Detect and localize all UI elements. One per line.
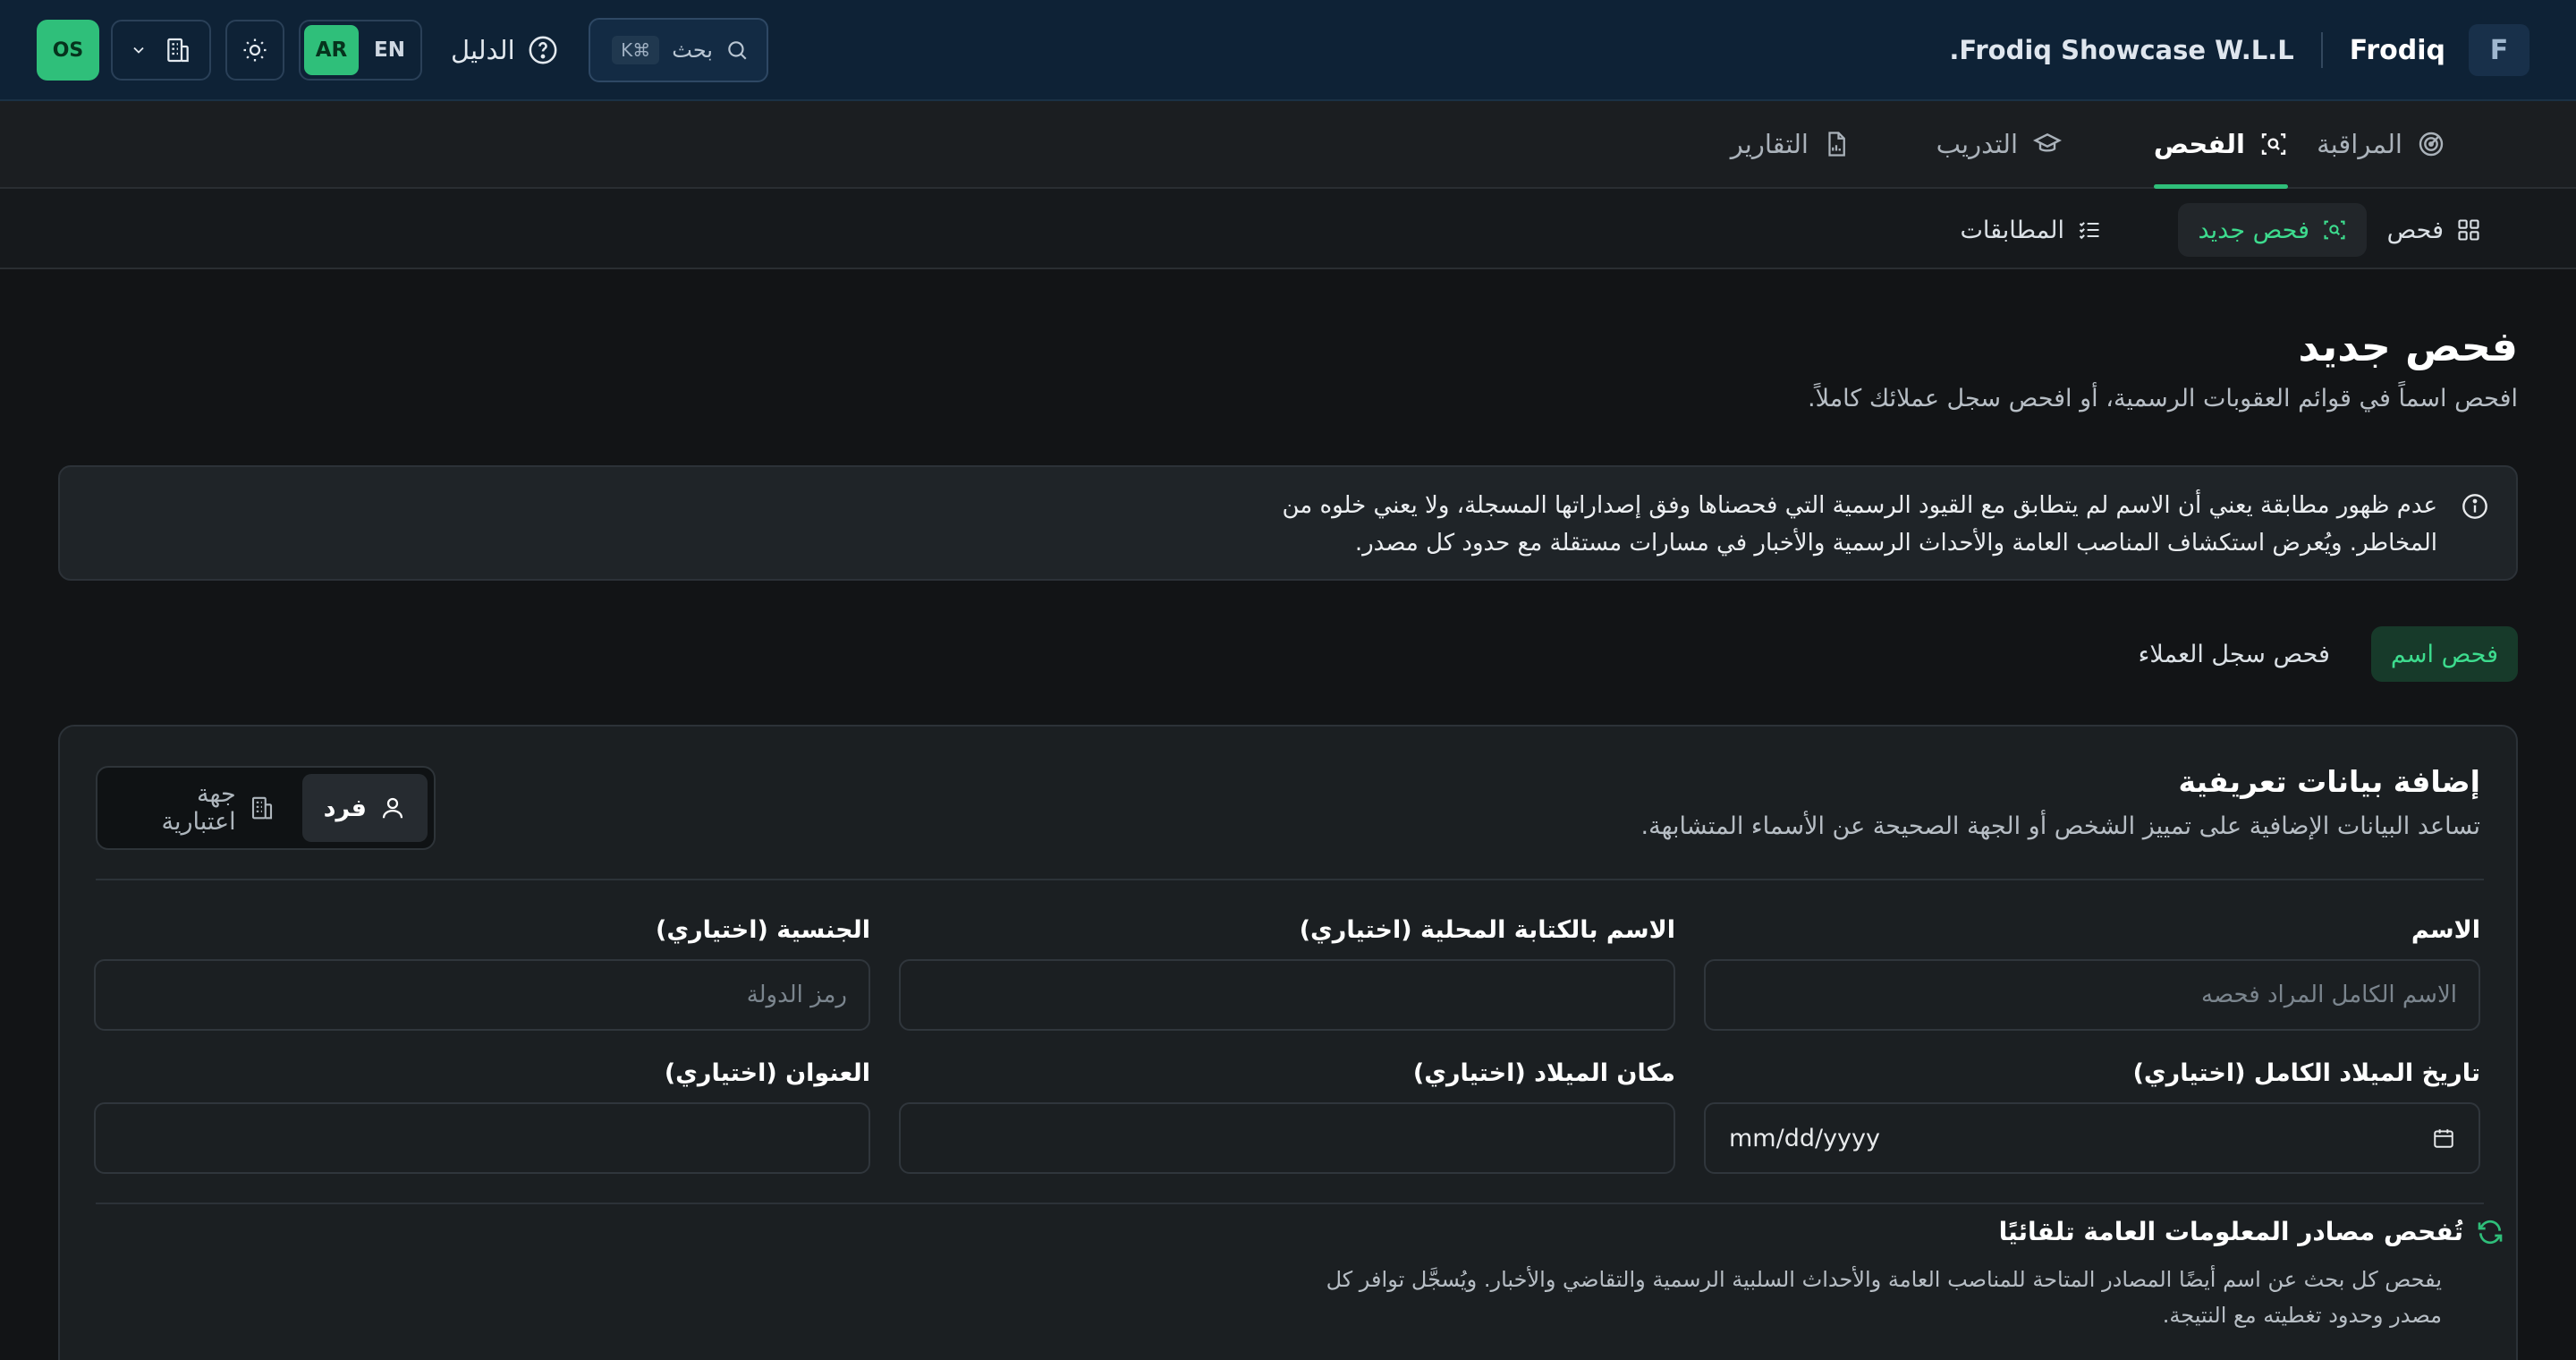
report-file-icon <box>1823 130 1850 158</box>
organization-switcher[interactable] <box>111 20 211 81</box>
name-label: الاسم <box>2411 916 2480 944</box>
birthplace-label: مكان الميلاد (اختياري) <box>1412 1059 1675 1087</box>
card-subtitle: تساعد البيانات الإضافية على تمييز الشخص … <box>1640 812 2480 840</box>
local-name-input[interactable] <box>899 959 1675 1031</box>
info-icon <box>2461 492 2489 521</box>
auto-check-title: تُفحص مصادر المعلومات العامة تلقائيًا <box>1998 1217 2463 1246</box>
entity-option-label: جهة اعتبارية <box>161 780 236 836</box>
address-label: العنوان (اختياري) <box>664 1059 870 1087</box>
language-switcher: AR EN <box>299 20 422 81</box>
section-divider <box>96 879 2484 880</box>
user-icon <box>379 795 406 821</box>
birthplace-input[interactable] <box>899 1102 1675 1174</box>
entity-legal-option[interactable]: جهة اعتبارية <box>104 774 297 842</box>
building-icon <box>249 795 275 821</box>
brand-divider <box>2320 32 2323 68</box>
guide-link[interactable]: الدليل <box>451 25 558 75</box>
sub-nav: فحص فحص جديد المطابقات <box>0 189 2576 269</box>
card-title: إضافة بيانات تعريفية <box>2178 764 2480 799</box>
tab-customer-record-screening[interactable]: فحص سجل العملاء <box>2119 626 2350 682</box>
tab-label: التقارير <box>1730 129 1809 159</box>
tab-training[interactable]: التدريب <box>1936 101 2063 187</box>
calendar-icon[interactable] <box>2432 1126 2455 1150</box>
main-nav: المراقبة الفحص التدريب التقارير <box>0 101 2576 189</box>
tab-name-screening[interactable]: فحص اسم <box>2370 626 2518 682</box>
scan-icon <box>2259 130 2288 158</box>
address-input[interactable] <box>94 1102 870 1174</box>
tab-reports[interactable]: التقارير <box>1731 101 1850 187</box>
search-button[interactable]: بحث ⌘K <box>589 18 768 82</box>
help-circle-icon <box>528 35 558 65</box>
search-icon <box>725 38 749 62</box>
radar-icon <box>2417 130 2445 158</box>
dob-date-input[interactable]: mm/dd/yyyy <box>1704 1102 2480 1174</box>
local-name-label: الاسم بالكتابة المحلية (اختياري) <box>1299 916 1675 944</box>
guide-label: الدليل <box>451 35 515 65</box>
tab-label: الفحص <box>2153 129 2245 159</box>
lang-ar-button[interactable]: AR <box>304 25 359 75</box>
nationality-label: الجنسية (اختياري) <box>655 916 870 944</box>
screening-mode-tabs: فحص اسم فحص سجل العملاء <box>2119 626 2518 682</box>
name-input[interactable] <box>1704 959 2480 1031</box>
tab-monitoring[interactable]: المراقبة <box>2317 101 2445 187</box>
chevron-down-icon <box>130 41 148 59</box>
theme-toggle-button[interactable] <box>225 20 284 81</box>
nationality-input[interactable] <box>94 959 870 1031</box>
scan-icon <box>2322 217 2347 242</box>
refresh-icon <box>2476 1218 2504 1246</box>
tab-screening[interactable]: الفحص <box>2153 101 2288 189</box>
company-name: Frodiq Showcase W.L.L. <box>1949 35 2294 65</box>
entity-type-toggle: فرد جهة اعتبارية <box>96 766 436 850</box>
auto-check-description: يفحص كل بحث عن اسم أيضًا المصادر المتاحة… <box>1326 1267 2442 1328</box>
dob-label: تاريخ الميلاد الكامل (اختياري) <box>2132 1059 2480 1087</box>
list-check-icon <box>2077 217 2102 242</box>
grid-icon <box>2456 217 2481 242</box>
entity-option-label: فرد <box>323 794 367 822</box>
sun-icon <box>242 37 268 64</box>
subtab-new-screening[interactable]: فحص جديد <box>2178 203 2367 257</box>
building-icon <box>164 36 192 64</box>
subtab-label: المطابقات <box>1960 216 2064 244</box>
page-subtitle: افحص اسماً في قوائم العقوبات الرسمية، أو… <box>1808 385 2518 412</box>
search-shortcut: ⌘K <box>612 36 660 64</box>
brand[interactable]: F Frodiq Frodiq Showcase W.L.L. <box>1949 18 2529 82</box>
notice-text: عدم ظهور مطابقة يعني أن الاسم لم يتطابق … <box>1282 492 2437 557</box>
brand-name: Frodiq <box>2349 34 2445 66</box>
brand-logo: F <box>2469 24 2529 76</box>
top-bar: F Frodiq Frodiq Showcase W.L.L. بحث ⌘K ا… <box>0 0 2576 101</box>
entity-individual-option[interactable]: فرد <box>301 774 428 842</box>
lang-en-button[interactable]: EN <box>362 25 417 75</box>
page-title: فحص جديد <box>2298 322 2518 370</box>
graduation-cap-icon <box>2032 130 2063 158</box>
subtab-screening[interactable]: فحص <box>2368 203 2501 257</box>
user-avatar-button[interactable]: OS <box>37 20 99 81</box>
auto-check-heading: تُفحص مصادر المعلومات العامة تلقائيًا <box>1999 1217 2504 1246</box>
tab-label: المراقبة <box>2317 129 2402 159</box>
subtab-matches[interactable]: المطابقات <box>1940 203 2122 257</box>
section-divider <box>96 1203 2484 1204</box>
tab-label: التدريب <box>1936 129 2018 159</box>
subtab-label: فحص جديد <box>2198 216 2309 244</box>
subtab-label: فحص <box>2386 216 2444 244</box>
info-notice: عدم ظهور مطابقة يعني أن الاسم لم يتطابق … <box>58 465 2518 581</box>
dob-value: mm/dd/yyyy <box>1729 1124 1880 1152</box>
search-label: بحث <box>672 38 713 63</box>
